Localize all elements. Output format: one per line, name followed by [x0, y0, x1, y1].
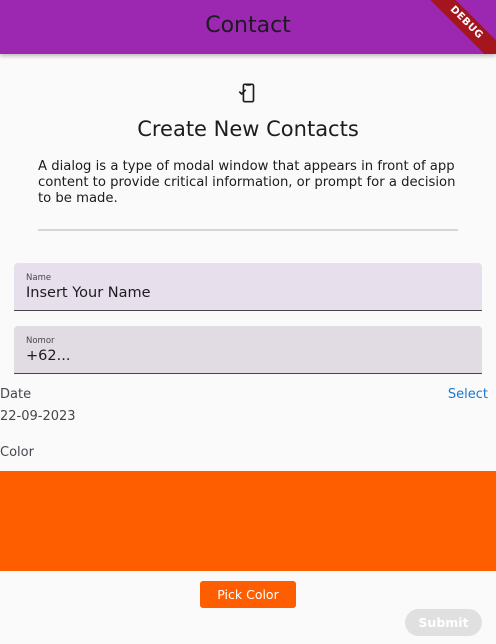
date-value: 22-09-2023 [0, 409, 76, 424]
number-field-label: Nomor [26, 336, 55, 346]
app-bar: Contact DEBUG [0, 0, 496, 54]
name-field[interactable]: Name Insert Your Name [14, 263, 482, 311]
submit-button[interactable]: Submit [405, 609, 482, 636]
name-field-value: Insert Your Name [26, 285, 151, 301]
number-field-value: +62... [26, 348, 71, 364]
color-preview [0, 471, 496, 571]
dialog-title: Create New Contacts [137, 117, 359, 141]
name-field-label: Name [26, 273, 52, 283]
divider [38, 229, 458, 231]
date-label: Date [0, 387, 32, 402]
app-bar-title: Contact [205, 13, 291, 38]
pick-color-button[interactable]: Pick Color [200, 581, 296, 608]
dialog-description: A dialog is a type of modal window that … [38, 159, 456, 206]
select-date-button[interactable]: Select [448, 387, 488, 402]
number-field[interactable]: Nomor +62... [14, 326, 482, 374]
color-label: Color [0, 445, 34, 460]
phone-check-icon [238, 83, 255, 103]
